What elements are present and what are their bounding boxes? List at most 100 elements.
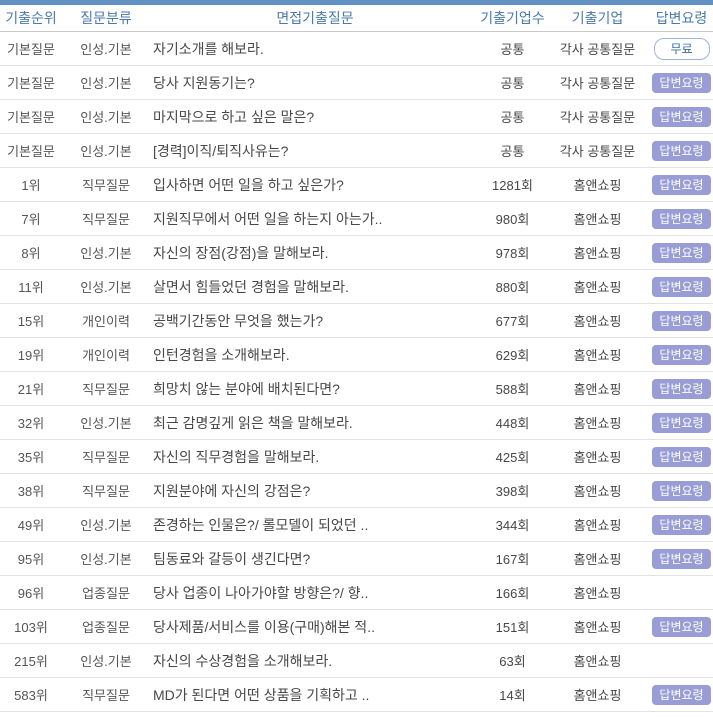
answer-tip-button[interactable]: 답변요령 bbox=[652, 107, 710, 127]
cell-action: 답변요령 bbox=[650, 202, 713, 236]
cell-question: 공백기간동안 무엇을 했는가? bbox=[150, 304, 480, 338]
cell-rank: 8위 bbox=[0, 236, 62, 270]
cell-company: 홈앤쇼핑 bbox=[545, 270, 650, 304]
cell-question: 입사하면 어떤 일을 하고 싶은가? bbox=[150, 168, 480, 202]
table-row: 49위인성.기본존경하는 인물은?/ 롤모델이 되었던 ..344회홈앤쇼핑답변… bbox=[0, 508, 713, 542]
answer-tip-button[interactable]: 답변요령 bbox=[652, 73, 710, 93]
table-row: 583위직무질문MD가 된다면 어떤 상품을 기획하고 ..14회홈앤쇼핑답변요… bbox=[0, 678, 713, 712]
cell-action: 답변요령 bbox=[650, 270, 713, 304]
cell-action: 답변요령 bbox=[650, 542, 713, 576]
cell-company: 홈앤쇼핑 bbox=[545, 372, 650, 406]
answer-tip-button[interactable]: 답변요령 bbox=[652, 311, 710, 331]
table-row: 21위직무질문희망치 않는 분야에 배치된다면?588회홈앤쇼핑답변요령 bbox=[0, 372, 713, 406]
cell-question: 자기소개를 해보라. bbox=[150, 32, 480, 66]
cell-count: 166회 bbox=[480, 576, 545, 610]
cell-category: 업종질문 bbox=[62, 576, 150, 610]
cell-question: 지원분야에 자신의 강점은? bbox=[150, 474, 480, 508]
free-button[interactable]: 무료 bbox=[654, 38, 710, 60]
cell-question: [경력]이직/퇴직사유는? bbox=[150, 134, 480, 168]
cell-action bbox=[650, 644, 713, 678]
cell-category: 업종질문 bbox=[62, 610, 150, 644]
answer-tip-button[interactable]: 답변요령 bbox=[652, 277, 710, 297]
cell-question: MD가 된다면 어떤 상품을 기획하고 .. bbox=[150, 678, 480, 712]
answer-tip-button[interactable]: 답변요령 bbox=[652, 141, 710, 161]
table-header: 기출순위질문분류면접기출질문기출기업수기출기업답변요령 bbox=[0, 5, 713, 32]
cell-rank: 19위 bbox=[0, 338, 62, 372]
cell-question: 당사제품/서비스를 이용(구매)해본 적.. bbox=[150, 610, 480, 644]
cell-rank: 기본질문 bbox=[0, 134, 62, 168]
cell-action: 답변요령 bbox=[650, 678, 713, 712]
cell-question: 희망치 않는 분야에 배치된다면? bbox=[150, 372, 480, 406]
answer-tip-button[interactable]: 답변요령 bbox=[652, 617, 710, 637]
table-row: 96위업종질문당사 업종이 나아가야할 방향은?/ 향..166회홈앤쇼핑 bbox=[0, 576, 713, 610]
cell-count: 공통 bbox=[480, 100, 545, 134]
answer-tip-button[interactable]: 답변요령 bbox=[652, 175, 710, 195]
cell-rank: 35위 bbox=[0, 440, 62, 474]
cell-company: 홈앤쇼핑 bbox=[545, 202, 650, 236]
table-row: 기본질문인성.기본자기소개를 해보라.공통각사 공통질문무료 bbox=[0, 32, 713, 66]
cell-company: 홈앤쇼핑 bbox=[545, 678, 650, 712]
cell-category: 인성.기본 bbox=[62, 270, 150, 304]
column-header-question: 면접기출질문 bbox=[150, 5, 480, 32]
cell-rank: 38위 bbox=[0, 474, 62, 508]
cell-category: 인성.기본 bbox=[62, 134, 150, 168]
cell-action: 답변요령 bbox=[650, 508, 713, 542]
cell-category: 인성.기본 bbox=[62, 406, 150, 440]
cell-action: 답변요령 bbox=[650, 338, 713, 372]
cell-action: 답변요령 bbox=[650, 440, 713, 474]
table-row: 32위인성.기본최근 감명깊게 읽은 책을 말해보라.448회홈앤쇼핑답변요령 bbox=[0, 406, 713, 440]
table-row: 기본질문인성.기본당사 지원동기는?공통각사 공통질문답변요령 bbox=[0, 66, 713, 100]
cell-count: 공통 bbox=[480, 66, 545, 100]
cell-action: 답변요령 bbox=[650, 100, 713, 134]
table-row: 38위직무질문지원분야에 자신의 강점은?398회홈앤쇼핑답변요령 bbox=[0, 474, 713, 508]
cell-category: 직무질문 bbox=[62, 168, 150, 202]
cell-action: 답변요령 bbox=[650, 304, 713, 338]
cell-company: 각사 공통질문 bbox=[545, 66, 650, 100]
column-header-category: 질문분류 bbox=[62, 5, 150, 32]
cell-company: 홈앤쇼핑 bbox=[545, 644, 650, 678]
answer-tip-button[interactable]: 답변요령 bbox=[652, 515, 710, 535]
answer-tip-button[interactable]: 답변요령 bbox=[652, 209, 710, 229]
cell-question: 당사 지원동기는? bbox=[150, 66, 480, 100]
cell-company: 홈앤쇼핑 bbox=[545, 236, 650, 270]
cell-count: 398회 bbox=[480, 474, 545, 508]
cell-rank: 215위 bbox=[0, 644, 62, 678]
cell-action bbox=[650, 576, 713, 610]
cell-count: 공통 bbox=[480, 32, 545, 66]
table-header-row: 기출순위질문분류면접기출질문기출기업수기출기업답변요령 bbox=[0, 5, 713, 32]
cell-count: 677회 bbox=[480, 304, 545, 338]
answer-tip-button[interactable]: 답변요령 bbox=[652, 379, 710, 399]
column-header-company: 기출기업 bbox=[545, 5, 650, 32]
cell-rank: 49위 bbox=[0, 508, 62, 542]
cell-question: 당사 업종이 나아가야할 방향은?/ 향.. bbox=[150, 576, 480, 610]
cell-company: 홈앤쇼핑 bbox=[545, 508, 650, 542]
column-header-rank: 기출순위 bbox=[0, 5, 62, 32]
answer-tip-button[interactable]: 답변요령 bbox=[652, 549, 710, 569]
cell-category: 인성.기본 bbox=[62, 100, 150, 134]
cell-question: 지원직무에서 어떤 일을 하는지 아는가.. bbox=[150, 202, 480, 236]
cell-rank: 95위 bbox=[0, 542, 62, 576]
cell-company: 홈앤쇼핑 bbox=[545, 610, 650, 644]
answer-tip-button[interactable]: 답변요령 bbox=[652, 345, 710, 365]
answer-tip-button[interactable]: 답변요령 bbox=[652, 243, 710, 263]
cell-action: 답변요령 bbox=[650, 406, 713, 440]
table-row: 95위인성.기본팀동료와 갈등이 생긴다면?167회홈앤쇼핑답변요령 bbox=[0, 542, 713, 576]
cell-company: 홈앤쇼핑 bbox=[545, 338, 650, 372]
cell-question: 인턴경험을 소개해보라. bbox=[150, 338, 480, 372]
cell-action: 무료 bbox=[650, 32, 713, 66]
table-row: 35위직무질문자신의 직무경험을 말해보라.425회홈앤쇼핑답변요령 bbox=[0, 440, 713, 474]
answer-tip-button[interactable]: 답변요령 bbox=[652, 481, 710, 501]
cell-category: 인성.기본 bbox=[62, 542, 150, 576]
cell-company: 홈앤쇼핑 bbox=[545, 304, 650, 338]
answer-tip-button[interactable]: 답변요령 bbox=[652, 685, 710, 705]
cell-company: 홈앤쇼핑 bbox=[545, 474, 650, 508]
cell-count: 588회 bbox=[480, 372, 545, 406]
table-body: 기본질문인성.기본자기소개를 해보라.공통각사 공통질문무료기본질문인성.기본당… bbox=[0, 32, 713, 712]
answer-tip-button[interactable]: 답변요령 bbox=[652, 413, 710, 433]
answer-tip-button[interactable]: 답변요령 bbox=[652, 447, 710, 467]
cell-count: 167회 bbox=[480, 542, 545, 576]
cell-count: 공통 bbox=[480, 134, 545, 168]
cell-question: 자신의 직무경험을 말해보라. bbox=[150, 440, 480, 474]
cell-category: 인성.기본 bbox=[62, 508, 150, 542]
cell-action: 답변요령 bbox=[650, 66, 713, 100]
